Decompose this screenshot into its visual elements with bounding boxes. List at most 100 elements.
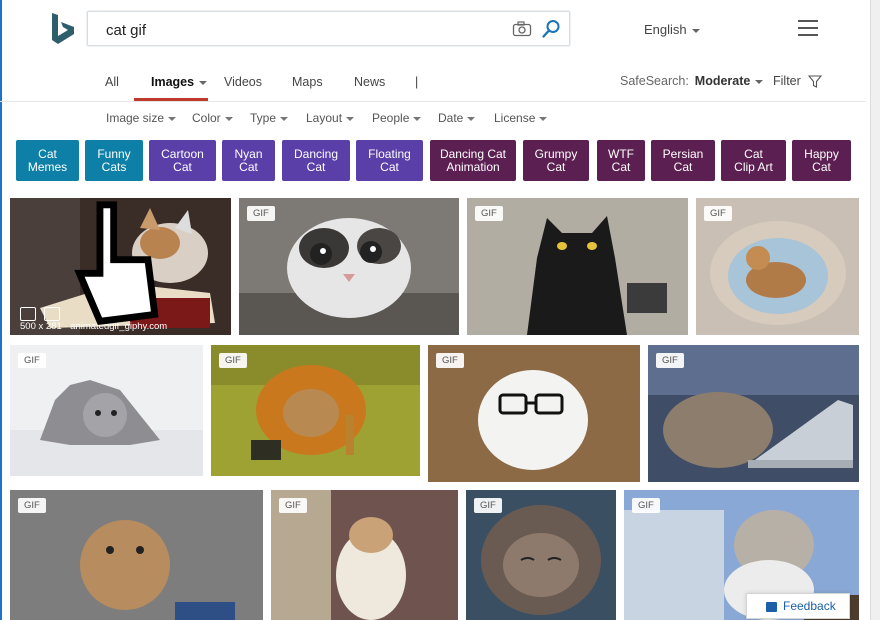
tab-videos[interactable]: Videos: [224, 75, 262, 89]
image-result[interactable]: GIF: [10, 490, 263, 620]
image-result[interactable]: GIF: [696, 198, 859, 335]
chip-line2: Cat: [306, 159, 326, 174]
chip-line2: Memes: [27, 159, 68, 174]
search-input[interactable]: [106, 20, 486, 40]
filter-label: Type: [250, 111, 277, 125]
gif-badge: GIF: [18, 498, 46, 513]
chip-line2: Cat: [812, 159, 831, 174]
filter-layout[interactable]: Layout: [306, 111, 355, 125]
chip-line1: Cat: [38, 146, 57, 161]
chip-dancing-cat[interactable]: Dancing Cat: [282, 140, 350, 181]
gif-badge: GIF: [247, 206, 275, 221]
image-result[interactable]: GIF: [467, 198, 688, 335]
chip-line1: Nyan: [234, 146, 263, 161]
filter-label: Image size: [106, 111, 165, 125]
image-result[interactable]: GIF: [239, 198, 459, 335]
safesearch-value: Moderate: [694, 74, 751, 88]
image-result[interactable]: GIF: [428, 345, 640, 482]
image-result[interactable]: GIF: [211, 345, 420, 476]
scrollbar[interactable]: [870, 0, 880, 620]
chip-funny-cats[interactable]: Funny Cats: [85, 140, 143, 181]
filter-license[interactable]: License: [494, 111, 548, 125]
chip-line2: Cat: [546, 159, 566, 174]
filter-image-size[interactable]: Image size: [106, 111, 177, 125]
filter-color[interactable]: Color: [192, 111, 233, 125]
feedback-button[interactable]: Feedback: [746, 593, 850, 619]
hamburger-menu-icon[interactable]: [798, 20, 818, 36]
image-result[interactable]: GIF: [648, 345, 859, 482]
filter-people[interactable]: People: [372, 111, 422, 125]
nav-separator: |: [415, 75, 419, 89]
gif-badge: GIF: [475, 206, 503, 221]
gif-badge: GIF: [656, 353, 684, 368]
search-icon[interactable]: [541, 19, 561, 39]
chip-persian-cat[interactable]: Persian Cat: [651, 140, 715, 181]
feedback-label: Feedback: [783, 599, 836, 613]
chip-line1: Cat: [744, 146, 763, 161]
kitten-tie-image: [10, 490, 263, 620]
funnel-icon: [808, 75, 823, 89]
speech-bubble-icon: [766, 602, 777, 612]
chevron-down-icon: [280, 116, 289, 121]
chip-line2: Clip Art: [734, 159, 773, 174]
filter-label: People: [372, 111, 410, 125]
chip-line1: Floating: [368, 146, 411, 161]
chevron-down-icon: [168, 116, 177, 121]
tab-maps[interactable]: Maps: [292, 75, 323, 89]
chip-line2: Cat: [380, 159, 399, 174]
image-result[interactable]: GIF: [10, 345, 203, 476]
tab-images[interactable]: Images: [151, 75, 208, 89]
camera-icon[interactable]: [512, 21, 532, 37]
chip-happy-cat[interactable]: Happy Cat: [792, 140, 851, 181]
filter-label: Color: [192, 111, 221, 125]
tab-all[interactable]: All: [105, 75, 119, 89]
active-tab-indicator: [134, 98, 208, 101]
tab-news[interactable]: News: [354, 75, 385, 89]
gif-badge: GIF: [279, 498, 307, 513]
safesearch-selector[interactable]: SafeSearch: Moderate: [620, 74, 764, 88]
language-selector[interactable]: English: [644, 22, 700, 37]
chip-line2: Cats: [101, 159, 127, 174]
filter-label: Layout: [306, 111, 343, 125]
chip-cartoon-cat[interactable]: Cartoon Cat: [149, 140, 216, 181]
chip-nyan-cat[interactable]: Nyan Cat: [222, 140, 275, 181]
chevron-down-icon: [413, 116, 422, 121]
language-label: English: [644, 22, 687, 37]
chevron-down-icon: [224, 116, 233, 121]
bing-logo-icon[interactable]: [48, 12, 78, 46]
chip-line1: WTF: [608, 146, 634, 161]
chevron-down-icon: [755, 79, 764, 84]
chip-line2: Animation: [446, 159, 500, 174]
chip-grumpy-cat[interactable]: Grumpy Cat: [523, 140, 589, 181]
gif-badge: GIF: [704, 206, 732, 221]
chevron-down-icon: [539, 116, 548, 121]
filter-button[interactable]: Filter: [773, 74, 823, 89]
image-result[interactable]: 500 x 281 · animatedgif_giphy.com: [10, 198, 231, 335]
safesearch-label: SafeSearch:: [620, 74, 689, 88]
chip-line2: Cat: [239, 159, 258, 174]
image-result[interactable]: GIF: [271, 490, 458, 620]
filter-date[interactable]: Date: [438, 111, 476, 125]
filter-bar: Image size Color Type Layout People Date…: [0, 108, 866, 130]
filter-label: Filter: [773, 74, 801, 88]
chip-line1: Grumpy: [534, 146, 578, 161]
chip-line2: Cat: [673, 159, 693, 174]
gif-badge: GIF: [474, 498, 502, 513]
filter-type[interactable]: Type: [250, 111, 289, 125]
search-box: [87, 11, 570, 46]
chip-dancing-cat-animation[interactable]: Dancing Cat Animation: [430, 140, 516, 181]
chip-line1: Cartoon: [161, 146, 204, 161]
chip-floating-cat[interactable]: Floating Cat: [356, 140, 423, 181]
chevron-down-icon: [346, 116, 355, 121]
chevron-down-icon: [199, 80, 208, 85]
filter-label: License: [494, 111, 536, 125]
chip-cat-memes[interactable]: Cat Memes: [16, 140, 79, 181]
chip-line2: Cat: [611, 159, 631, 174]
filter-label: Date: [438, 111, 464, 125]
image-result[interactable]: GIF: [466, 490, 616, 620]
chip-cat-clip-art[interactable]: Cat Clip Art: [721, 140, 786, 181]
gif-badge: GIF: [632, 498, 660, 513]
chip-line1: Dancing: [293, 146, 339, 161]
chip-line2: Cat: [173, 159, 192, 174]
chip-wtf-cat[interactable]: WTF Cat: [597, 140, 645, 181]
